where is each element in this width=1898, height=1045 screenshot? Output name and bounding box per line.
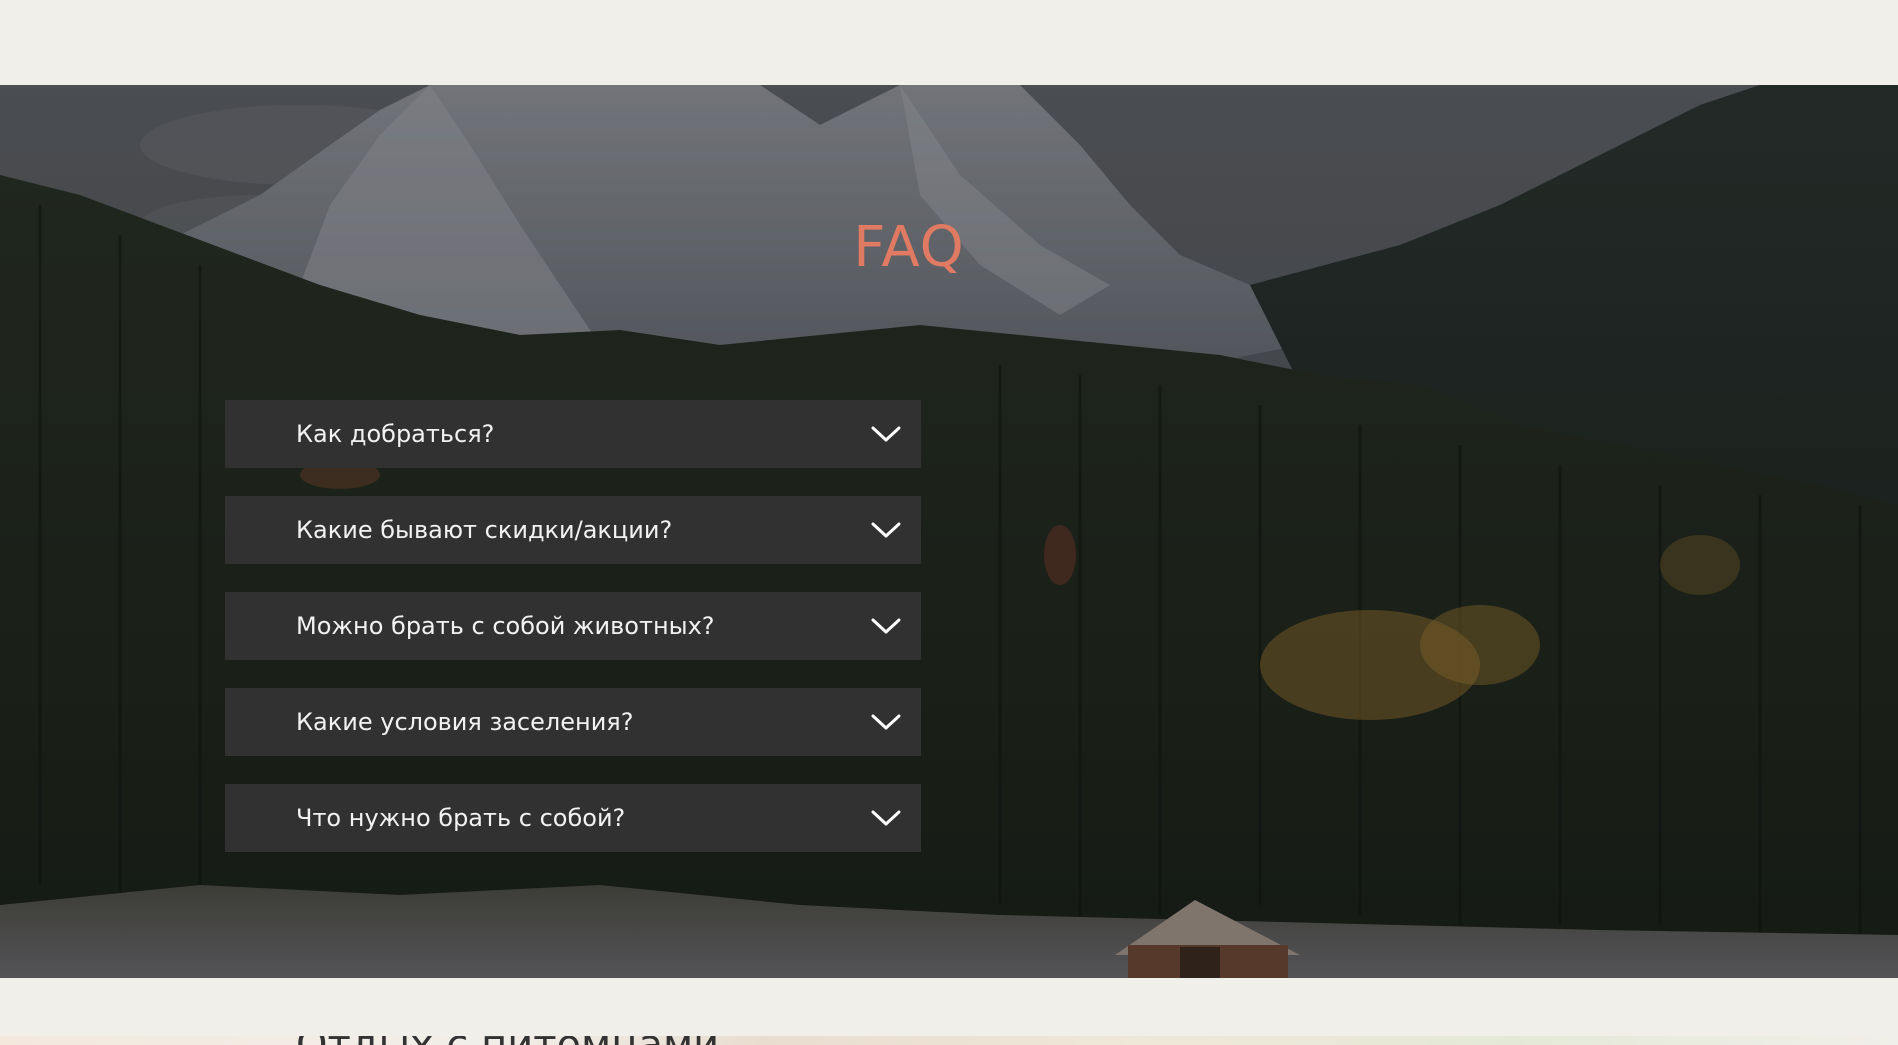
chevron-down-icon[interactable] [871,617,901,635]
faq-item-check-in-conditions[interactable]: Какие условия заселения? [225,688,921,756]
faq-question: Как добраться? [296,420,495,448]
next-section-heading: Отдых с питомцами [296,1036,719,1045]
faq-question: Какие бывают скидки/акции? [296,516,673,544]
faq-item-discounts[interactable]: Какие бывают скидки/акции? [225,496,921,564]
faq-accordion: Как добраться? Какие бывают скидки/акции… [225,400,921,852]
next-section-preview: Отдых с питомцами [0,1036,1898,1045]
chevron-down-icon[interactable] [871,809,901,827]
faq-item-what-to-bring[interactable]: Что нужно брать с собой? [225,784,921,852]
page: FAQ Как добраться? Какие бывают скидки/а… [0,0,1898,1045]
faq-item-pets[interactable]: Можно брать с собой животных? [225,592,921,660]
faq-title-text: FAQ [853,215,965,280]
chevron-down-icon[interactable] [871,425,901,443]
faq-item-how-to-get[interactable]: Как добраться? [225,400,921,468]
faq-question: Что нужно брать с собой? [296,804,626,832]
faq-question: Можно брать с собой животных? [296,612,715,640]
faq-title: FAQ [0,215,1898,280]
chevron-down-icon[interactable] [871,521,901,539]
faq-section: FAQ Как добраться? Какие бывают скидки/а… [0,85,1898,978]
faq-question: Какие условия заселения? [296,708,634,736]
chevron-down-icon[interactable] [871,713,901,731]
